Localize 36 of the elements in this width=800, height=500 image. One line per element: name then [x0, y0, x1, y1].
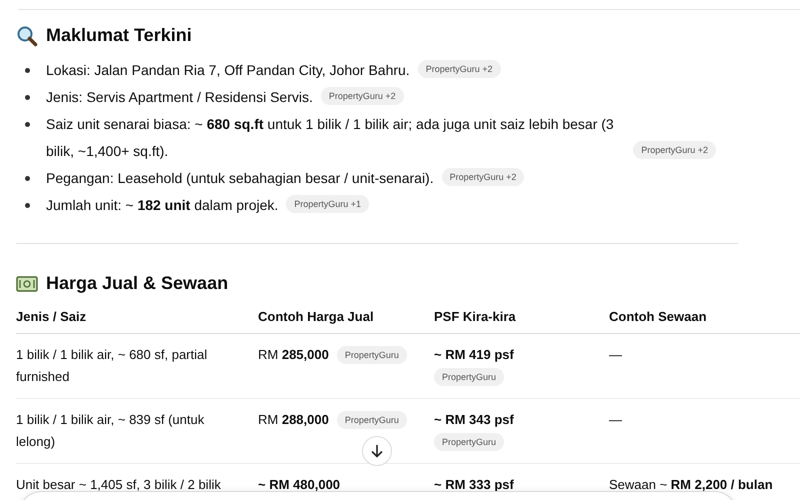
banknote-icon: [16, 276, 38, 292]
table-cell-text: RM 285,000: [258, 346, 329, 364]
table-cell-text: ~ RM 419 psf: [434, 346, 514, 364]
table-cell-text: —: [609, 346, 622, 364]
table-cell-text: Unit besar ~ 1,405 sf, 3 bilik / 2 bilik: [16, 476, 221, 494]
citation-chip[interactable]: PropertyGuru: [434, 432, 504, 450]
column-header: Contoh Harga Jual: [258, 308, 375, 326]
magnifier-icon: [16, 24, 38, 46]
column-header: Contoh Sewaan: [609, 308, 708, 326]
table-cell-text: RM 288,000: [258, 410, 329, 428]
arrow-down-icon: [370, 444, 384, 458]
bullet-text: Jenis: Servis Apartment / Residensi Servis.: [46, 88, 313, 107]
bullet-text: Pegangan: Leasehold (untuk sebahagian besar / unit-senarai).: [46, 169, 434, 188]
citation-chip[interactable]: PropertyGuru +2: [418, 60, 500, 78]
bullet-text: Saiz unit senarai biasa: ~ 680 sq.ft untuk 1 bilik / 1 bilik air; ada juga unit saiz lebih besar (3 bilik, ~1,400+ sq.ft).: [46, 115, 615, 161]
citation-chip[interactable]: PropertyGuru +2: [633, 141, 716, 159]
citation-chip[interactable]: PropertyGuru +2: [320, 87, 404, 105]
citation-chip[interactable]: PropertyGuru: [336, 410, 407, 428]
citation-chip[interactable]: PropertyGuru +2: [442, 168, 524, 186]
table-cell-text: —: [609, 410, 622, 428]
table-cell-text: Sewaan ~ RM 2,200 / bulan: [609, 476, 773, 494]
scroll-down-button[interactable]: [362, 436, 392, 466]
citation-chip[interactable]: PropertyGuru: [434, 368, 504, 386]
bullet-text: Jumlah unit: ~ 182 unit dalam projek.: [46, 196, 278, 215]
citation-chip[interactable]: PropertyGuru: [336, 346, 407, 364]
table-cell-text: ~ RM 480,000: [258, 476, 340, 494]
section-heading: Harga Jual & Sewaan: [46, 272, 228, 295]
citation-chip[interactable]: PropertyGuru +1: [286, 195, 370, 213]
column-header: Jenis / Saiz: [16, 308, 88, 326]
table-cell-text: 1 bilik / 1 bilik air, ~ 680 sf, partial furnished: [16, 346, 208, 386]
section-heading: Maklumat Terkini: [46, 24, 192, 47]
bullet-text: Lokasi: Jalan Pandan Ria 7, Off Pandan City, Johor Bahru.: [46, 61, 410, 80]
table-cell-text: ~ RM 343 psf: [434, 410, 514, 429]
table-cell-text: ~ RM 333 psf: [434, 476, 514, 494]
column-header: PSF Kira-kira: [434, 308, 517, 326]
table-cell-text: 1 bilik / 1 bilik air, ~ 839 sf (untuk lelong): [16, 410, 206, 451]
